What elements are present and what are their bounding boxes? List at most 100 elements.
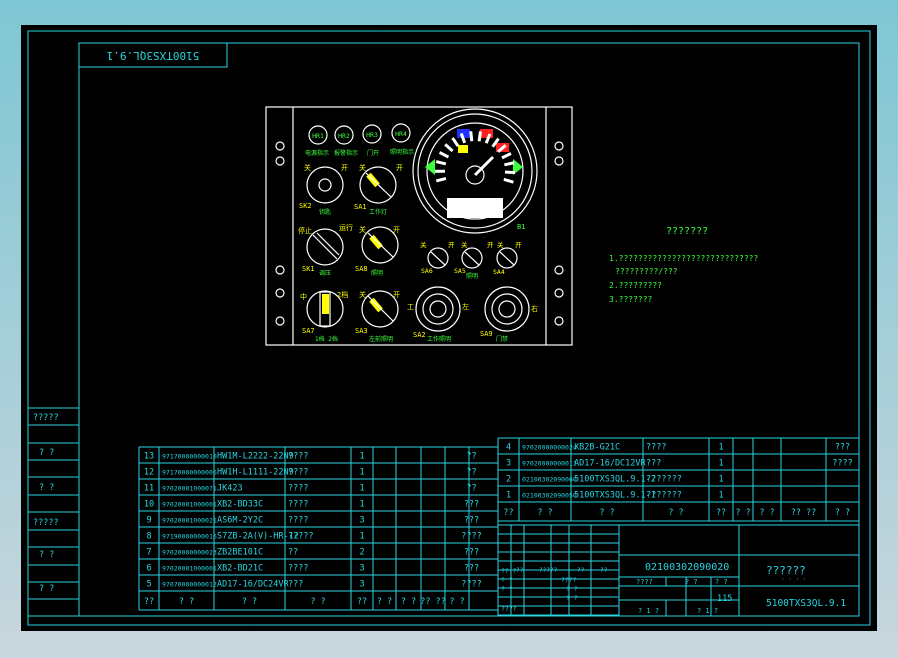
bom-header-cell: ?? ??	[791, 508, 817, 518]
bom-cell: ???	[835, 443, 850, 453]
gauge-tick	[477, 131, 482, 142]
sheet-mark: ? 1 ?	[697, 607, 718, 615]
gauge-tick	[501, 152, 512, 160]
notes-title: ???????	[666, 226, 708, 237]
bom-cell: 3	[506, 459, 511, 469]
bom-cell: HW1H-L1111-22N9	[217, 468, 294, 478]
bom-cell: S7ZB-2A(V)-HR-12	[217, 532, 299, 542]
bom-cell: 1	[718, 459, 723, 469]
bom-cell: 3	[359, 516, 364, 526]
switch-id: SA5	[454, 267, 466, 275]
switch-note: 工作灯	[369, 208, 387, 216]
left-strip: ????? ? ? ? ? ????? ? ? ? ?	[28, 407, 79, 617]
switch-id: SA1	[354, 203, 367, 211]
mount-hole	[554, 156, 564, 166]
bom-header-cell: ??	[357, 597, 367, 607]
bom-header-cell: ??	[716, 508, 726, 518]
bom-cell: ????	[832, 459, 852, 469]
bom-table-left: 13 97170000000010 HW1M-L2222-22N9???? 1 ??12…	[138, 446, 499, 611]
scale-value: 115	[717, 594, 732, 604]
bom-cell: XB2-BD33C	[217, 500, 263, 510]
rotary-sa8: 关 开 SA8 照明	[355, 225, 400, 277]
bom-header-cell: ? ?	[537, 508, 552, 518]
drawing-number: 02100302090020	[645, 562, 729, 573]
bom-header-cell: ? ?	[735, 508, 750, 518]
bom-cell: ????	[461, 580, 481, 590]
indicator-id: HR1	[312, 132, 324, 140]
switch-pos-label: 2档	[337, 290, 348, 299]
gauge-tick	[451, 137, 460, 148]
bom-cell: ZB2BE101C	[217, 548, 263, 558]
bom-cell: ???	[464, 564, 479, 574]
switch-pos-label: 关	[497, 240, 504, 249]
mount-hole	[275, 265, 285, 275]
switch-pos-label: 关	[359, 163, 366, 172]
bom-cell: 12	[144, 468, 154, 478]
bom-cell: ????	[288, 516, 308, 526]
bom-cell: 13	[144, 452, 154, 462]
bom-cell: 11	[144, 484, 154, 494]
indicator-caption: 电源指示	[305, 149, 329, 157]
bom-cell: ????	[288, 500, 308, 510]
gauge-tick	[444, 143, 454, 153]
switch-pos-label: 关	[420, 240, 427, 249]
indicator-id: HR4	[395, 130, 407, 138]
switch-pos-label: 关	[461, 240, 468, 249]
switch-note: 1档 2档	[315, 335, 338, 343]
sheet-mark: ? ?	[685, 578, 698, 586]
bom-cell: 97170000000006	[162, 469, 217, 477]
switch-note: 钥匙	[319, 208, 331, 216]
bom-cell: ???	[464, 548, 479, 558]
indicator-id: HR3	[366, 131, 378, 139]
bom-cell: ????	[461, 532, 481, 542]
bom-cell: ????	[288, 564, 308, 574]
bom-cell: ????	[288, 452, 308, 462]
indicator-caption: 报警指示	[334, 149, 358, 157]
bom-cell: ????	[288, 484, 308, 494]
mount-hole	[554, 288, 564, 298]
bom-cell: 1	[718, 475, 723, 485]
switch-pos-label: 关	[304, 163, 311, 172]
bom-cell: ???	[646, 459, 661, 469]
bom-cell: 7	[146, 548, 151, 558]
note-line: 3.???????	[609, 295, 653, 304]
left-strip-cell: ? ?	[39, 584, 54, 594]
switch-pos-label: 开	[396, 164, 403, 172]
switch-note: 门禁	[496, 335, 508, 343]
switch-pos-label: 开	[393, 291, 400, 299]
bom-header-cell: ??	[503, 508, 513, 518]
bom-cell: ????	[646, 443, 666, 453]
switch-id: SK2	[299, 202, 312, 210]
gauge-tick	[435, 160, 447, 166]
mount-hole	[554, 141, 564, 151]
switch-id: SA4	[493, 268, 505, 276]
gauge-tick	[504, 161, 515, 167]
rotary-sa1: 关 开 SA1 工作灯	[354, 163, 403, 216]
bom-cell: 97020001000021	[162, 517, 217, 525]
tb-cell: ? ?	[566, 594, 578, 602]
bom-cell: ???	[288, 580, 303, 590]
bom-cell: ???	[464, 500, 479, 510]
rotary-sk1: 停止 运行 SK1 调压	[298, 223, 353, 277]
bom-cell: XB2B-G21C	[574, 443, 620, 453]
switch-note: 工作照明	[427, 335, 451, 343]
note-line: 2.?????????	[609, 281, 662, 290]
bom-cell: 97020000000023	[162, 549, 217, 557]
bom-cell: 2	[506, 475, 511, 485]
title-code: 5100TXS3QL.9.1	[766, 598, 846, 609]
switch-note: 调压	[319, 269, 331, 277]
bom-cell: 97020000000011	[522, 460, 577, 468]
gauge-tick	[503, 177, 514, 184]
left-strip-cell: ?????	[33, 518, 59, 528]
note-line: 1.?????????????????????????????	[609, 254, 758, 263]
mount-hole	[554, 265, 564, 275]
bom-header-cell: ? ?	[377, 597, 392, 607]
switch-note: 照明	[466, 273, 478, 280]
indicator-caption: 照明指示	[390, 148, 414, 156]
bom-cell: 1	[718, 491, 723, 501]
gauge-tick	[438, 151, 450, 159]
switch-id: SA3	[355, 327, 368, 335]
bom-cell: 5	[146, 580, 151, 590]
rotary-sk2: 关 开 SK2 钥匙	[299, 163, 348, 216]
bom-table-right: 4 97020000000024XB2B-G21C???? 1 ??? 3 9702000…	[497, 437, 860, 522]
